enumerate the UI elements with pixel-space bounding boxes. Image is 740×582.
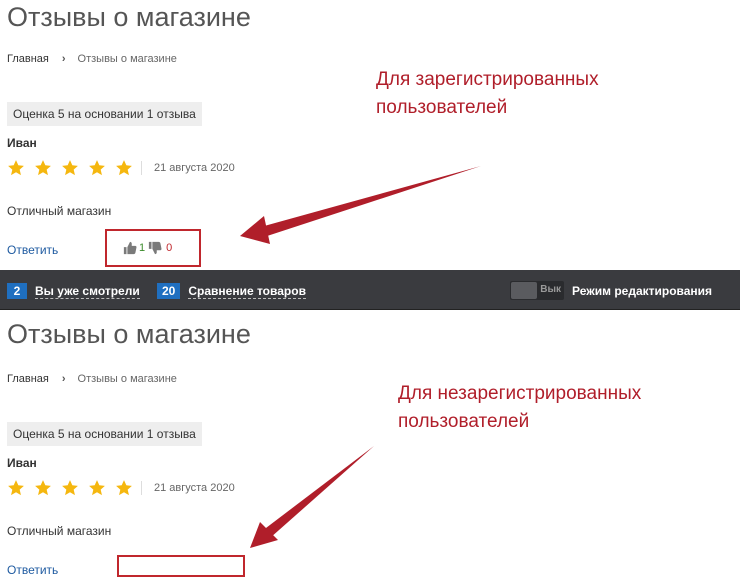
- reviewer-name: Иван: [7, 456, 37, 470]
- annotation-unregistered: Для незарегистрированных пользователей: [398, 380, 641, 436]
- annotation-line: пользователей: [398, 411, 530, 432]
- review-rating: 21 августа 2020: [7, 159, 235, 177]
- reviewer-name: Иван: [7, 136, 37, 150]
- edit-mode-toggle[interactable]: Вык: [510, 281, 564, 300]
- divider: [141, 161, 142, 175]
- breadcrumb: Главная › Отзывы о магазине: [7, 53, 177, 65]
- star-icon: [61, 479, 79, 497]
- edit-mode-label: Режим редактирования: [572, 283, 713, 298]
- vote-highlight-box: 1 0: [105, 229, 201, 267]
- star-icon: [34, 479, 52, 497]
- review-text: Отличный магазин: [7, 204, 112, 218]
- star-icon: [7, 479, 25, 497]
- registered-view: Отзывы о магазине Главная › Отзывы о маг…: [0, 0, 740, 270]
- compare-products-item[interactable]: 20 Сравнение товаров: [157, 283, 306, 299]
- viewed-count-badge: 2: [7, 283, 27, 299]
- compare-count-badge: 20: [157, 283, 181, 299]
- bottom-toolbar: 2 Вы уже смотрели 20 Сравнение товаров В…: [0, 270, 740, 310]
- annotation-registered: Для зарегистрированных пользователей: [376, 66, 599, 122]
- empty-vote-highlight-box: [117, 555, 245, 577]
- reply-link[interactable]: Ответить: [7, 243, 58, 257]
- review-text: Отличный магазин: [7, 524, 112, 538]
- breadcrumb-home-link[interactable]: Главная: [7, 373, 49, 385]
- dislike-count: 0: [166, 242, 173, 254]
- toggle-state-label: Вык: [540, 284, 561, 295]
- unregistered-view: Отзывы о магазине Главная › Отзывы о маг…: [0, 310, 740, 582]
- breadcrumb-current: Отзывы о магазине: [77, 373, 177, 385]
- star-icon: [34, 159, 52, 177]
- star-icon: [88, 479, 106, 497]
- thumbs-up-icon[interactable]: [123, 241, 137, 255]
- rating-summary: Оценка 5 на основании 1 отзыва: [7, 102, 202, 126]
- rating-summary: Оценка 5 на основании 1 отзыва: [7, 422, 202, 446]
- review-date: 21 августа 2020: [154, 162, 235, 174]
- reply-link[interactable]: Ответить: [7, 563, 58, 577]
- divider: [141, 481, 142, 495]
- star-icon: [115, 479, 133, 497]
- star-icon: [88, 159, 106, 177]
- page-title: Отзывы о магазине: [7, 319, 251, 349]
- star-icon: [115, 159, 133, 177]
- edit-mode-item[interactable]: Вык Режим редактирования: [510, 281, 712, 300]
- viewed-products-link[interactable]: Вы уже смотрели: [35, 284, 140, 299]
- chevron-right-icon: ›: [61, 373, 66, 385]
- toggle-knob: [511, 282, 537, 299]
- thumbs-down-icon[interactable]: [148, 241, 162, 255]
- page-title: Отзывы о магазине: [7, 2, 251, 32]
- annotation-line: пользователей: [376, 97, 508, 118]
- viewed-products-item[interactable]: 2 Вы уже смотрели: [7, 283, 140, 299]
- breadcrumb-current: Отзывы о магазине: [77, 53, 177, 65]
- breadcrumb: Главная › Отзывы о магазине: [7, 373, 177, 385]
- breadcrumb-home-link[interactable]: Главная: [7, 53, 49, 65]
- star-icon: [7, 159, 25, 177]
- annotation-line: Для незарегистрированных: [398, 383, 642, 404]
- annotation-line: Для зарегистрированных: [376, 69, 599, 90]
- chevron-right-icon: ›: [61, 53, 66, 65]
- review-rating: 21 августа 2020: [7, 479, 235, 497]
- review-date: 21 августа 2020: [154, 482, 235, 494]
- star-icon: [61, 159, 79, 177]
- like-count: 1: [139, 242, 146, 254]
- compare-products-link[interactable]: Сравнение товаров: [188, 284, 306, 299]
